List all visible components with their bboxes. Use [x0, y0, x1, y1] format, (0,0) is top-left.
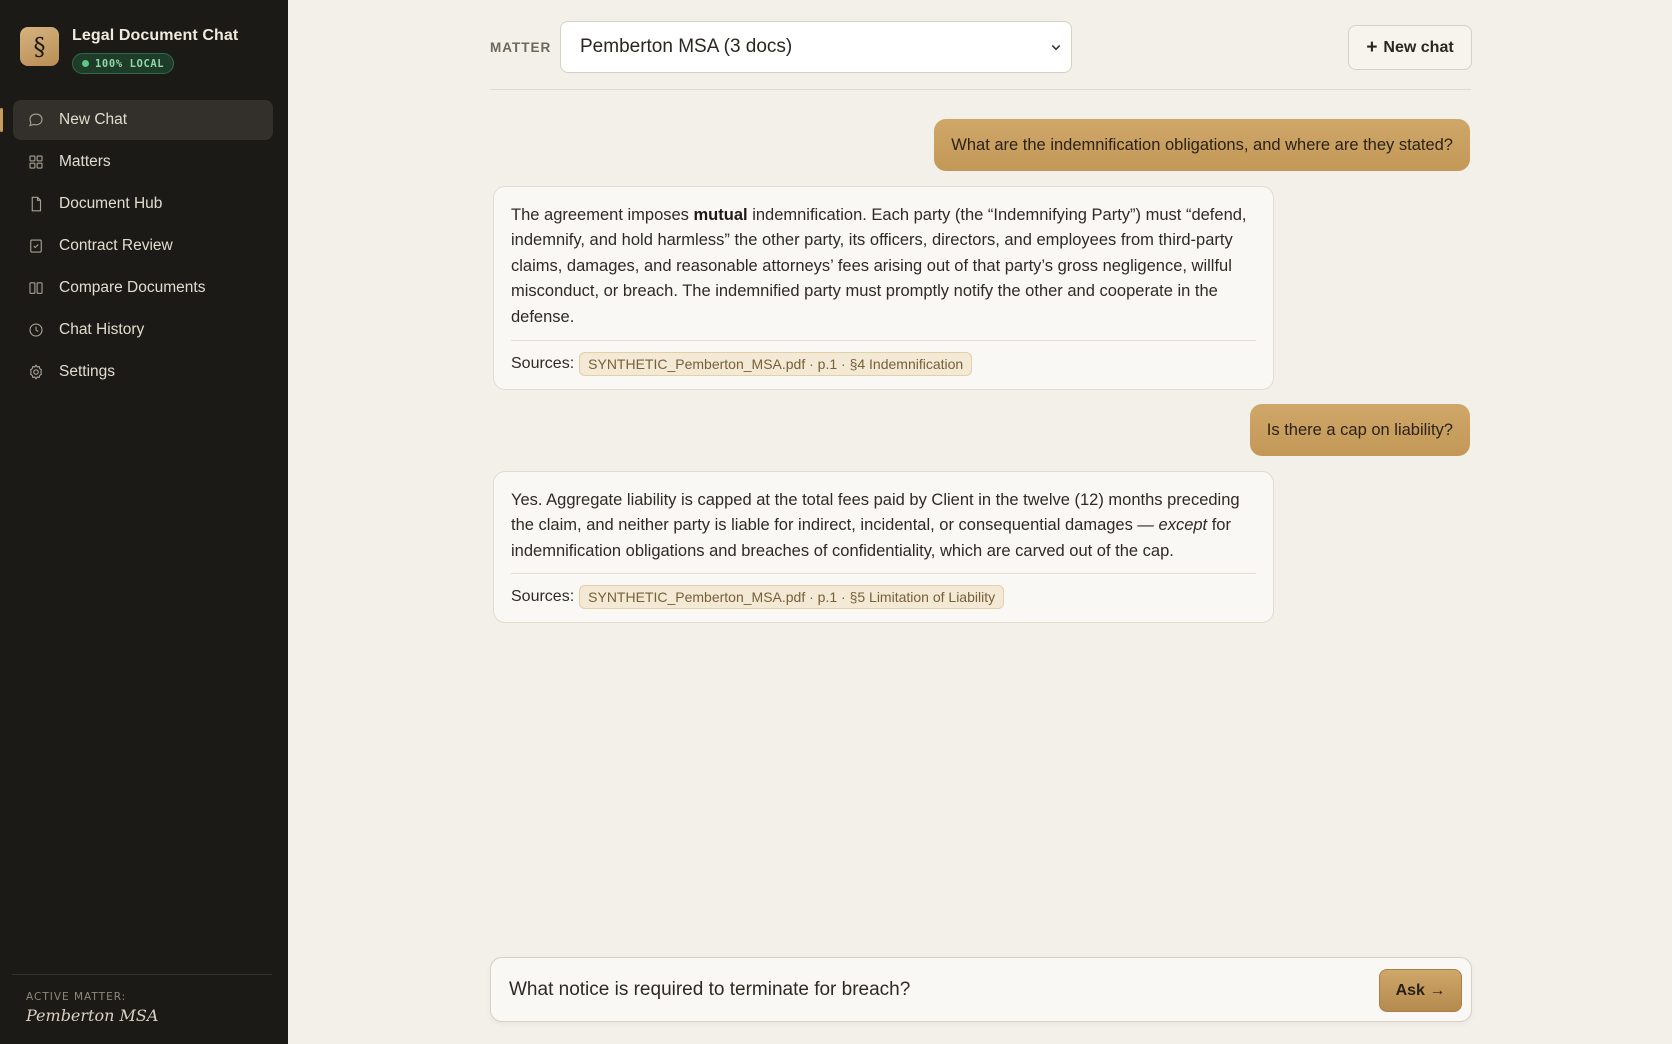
sidebar-item-compare-documents[interactable]: Compare Documents — [13, 268, 273, 308]
assistant-message: Yes. Aggregate liability is capped at th… — [493, 471, 1274, 623]
sidebar-item-label: Compare Documents — [59, 279, 206, 296]
matter-label: MATTER — [490, 40, 552, 55]
plus-icon: + — [1366, 36, 1378, 58]
local-badge-label: 100% LOCAL — [95, 57, 165, 70]
sidebar-item-new-chat[interactable]: New Chat — [0, 100, 273, 140]
user-message: Is there a cap on liability? — [1249, 404, 1470, 456]
chat-bubble-icon — [27, 111, 45, 129]
assistant-message-text: Yes. Aggregate liability is capped at th… — [511, 491, 1240, 560]
app-title: Legal Document Chat — [72, 27, 239, 44]
sidebar-item-document-hub[interactable]: Document Hub — [13, 184, 273, 224]
sidebar-item-label: New Chat — [59, 111, 128, 128]
topbar-divider — [490, 89, 1471, 90]
columns-icon — [27, 279, 45, 297]
new-chat-button-label: New chat — [1383, 38, 1454, 56]
chevron-down-icon — [1051, 44, 1061, 51]
sidebar-item-chat-history[interactable]: Chat History — [13, 310, 273, 350]
sidebar-item-label: Document Hub — [59, 195, 163, 212]
sidebar-nav: New Chat Matters Document Hub Contract R… — [0, 100, 273, 394]
matter-select[interactable]: Pemberton MSA (3 docs) — [560, 21, 1072, 73]
section-sign-logo-icon: § — [20, 27, 59, 66]
source-citation-chip[interactable]: SYNTHETIC_Pemberton_MSA.pdf · p.1 · §5 L… — [579, 585, 1005, 609]
sidebar-item-label: Matters — [59, 153, 111, 170]
gear-icon — [27, 363, 45, 381]
source-citation-chip[interactable]: SYNTHETIC_Pemberton_MSA.pdf · p.1 · §4 I… — [579, 352, 973, 376]
emphasis-bold: mutual — [693, 206, 748, 224]
composer: Ask → — [490, 957, 1472, 1022]
sidebar-item-label: Contract Review — [59, 237, 173, 254]
document-icon — [27, 195, 45, 213]
sources-label: Sources: — [511, 588, 575, 605]
checkbox-icon — [27, 237, 45, 255]
active-matter-footer: ACTIVE MATTER: Pemberton MSA — [12, 974, 272, 1025]
sidebar-item-settings[interactable]: Settings — [13, 352, 273, 392]
active-matter-label: ACTIVE MATTER: — [26, 991, 127, 1003]
assistant-message-text: The agreement imposes mutual indemnifica… — [511, 206, 1247, 326]
question-input[interactable] — [509, 971, 1329, 1009]
status-dot-icon — [82, 60, 89, 67]
sidebar-item-label: Settings — [59, 363, 116, 380]
emphasis-italic: except — [1158, 516, 1208, 535]
brand-text: Legal Document Chat 100% LOCAL — [72, 27, 238, 74]
matter-select-value: Pemberton MSA (3 docs) — [580, 36, 793, 57]
grid-icon — [27, 153, 45, 171]
sidebar-item-label: Chat History — [59, 321, 145, 338]
sources-label: Sources: — [511, 355, 575, 372]
ask-button[interactable]: Ask → — [1379, 969, 1462, 1012]
new-chat-button[interactable]: + New chat — [1348, 25, 1472, 70]
sidebar-item-matters[interactable]: Matters — [13, 142, 273, 182]
assistant-message: The agreement imposes mutual indemnifica… — [493, 186, 1274, 390]
sources-row: Sources: SYNTHETIC_Pemberton_MSA.pdf · p… — [511, 340, 1256, 376]
clock-icon — [27, 321, 45, 339]
sources-row: Sources: SYNTHETIC_Pemberton_MSA.pdf · p… — [511, 573, 1256, 609]
brand: § Legal Document Chat 100% LOCAL — [20, 27, 238, 74]
active-matter-value: Pemberton MSA — [26, 1006, 159, 1025]
sidebar: § Legal Document Chat 100% LOCAL New Cha… — [0, 0, 288, 1044]
user-message: What are the indemnification obligations… — [934, 119, 1470, 171]
local-status-badge: 100% LOCAL — [72, 53, 175, 74]
sidebar-item-contract-review[interactable]: Contract Review — [13, 226, 273, 266]
